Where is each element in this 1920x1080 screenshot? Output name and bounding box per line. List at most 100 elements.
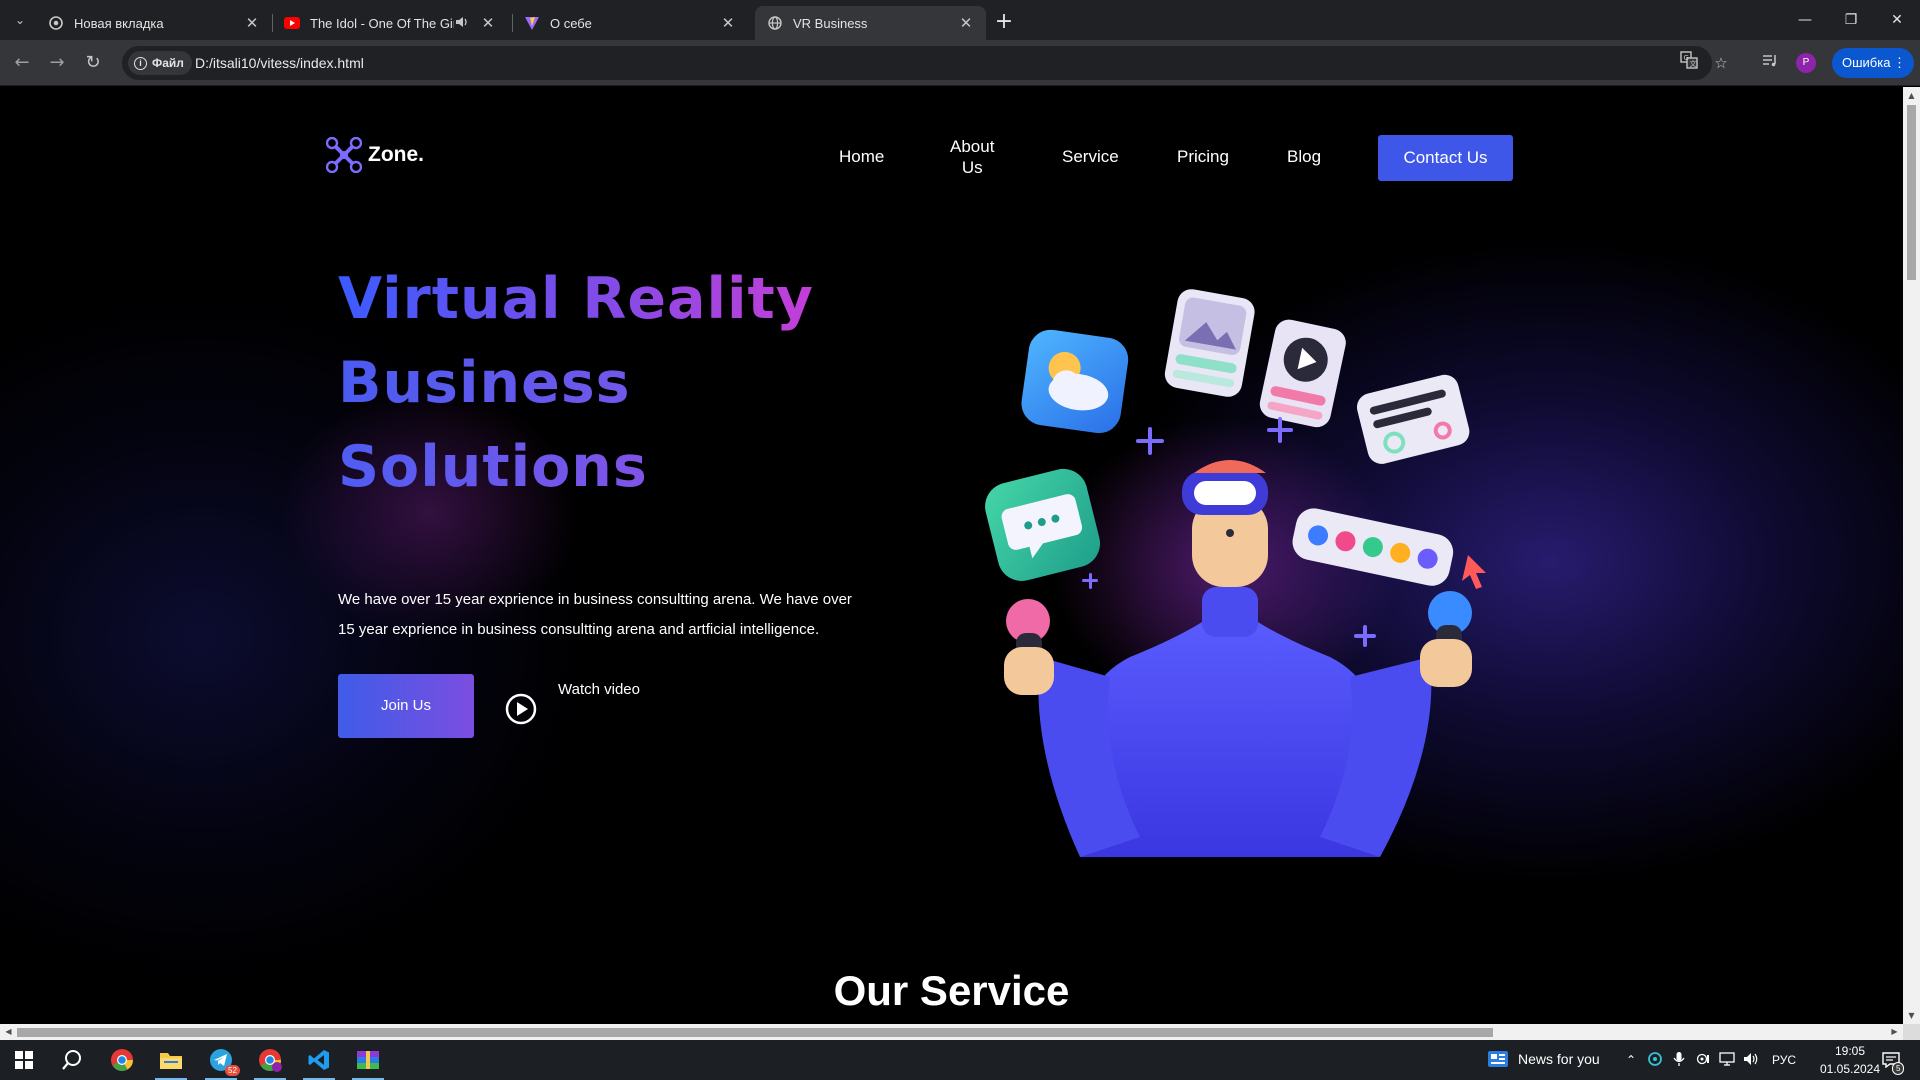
nav-home[interactable]: Home xyxy=(839,147,884,167)
profile-avatar[interactable]: P xyxy=(1796,53,1816,73)
horizontal-scrollbar[interactable]: ◀ ▶ xyxy=(0,1024,1903,1040)
nav-pricing[interactable]: Pricing xyxy=(1177,147,1229,167)
error-label: Ошибка xyxy=(1842,55,1891,70)
forward-icon[interactable]: → xyxy=(44,50,70,76)
search-icon xyxy=(62,1050,81,1070)
new-tab-button[interactable]: + xyxy=(990,8,1018,36)
translate-icon[interactable]: G文 xyxy=(1677,51,1701,75)
tab-vr-business[interactable]: VR Business ✕ xyxy=(755,6,986,40)
watch-video-link[interactable]: Watch video xyxy=(558,681,640,698)
tab-youtube[interactable]: The Idol - One Of The Girls ✕ xyxy=(272,6,508,40)
language-indicator[interactable]: РУС xyxy=(1772,1053,1796,1067)
tab-search-button[interactable]: ⌄ xyxy=(8,9,32,31)
scroll-down-arrow-icon[interactable]: ▼ xyxy=(1903,1007,1920,1024)
camera-icon[interactable] xyxy=(1695,1052,1711,1068)
youtube-icon xyxy=(284,15,300,31)
tab-title: The Idol - One Of The Girls xyxy=(310,15,454,31)
address-bar[interactable]: i Файл D:/itsali10/vitess/index.html xyxy=(122,46,1712,80)
svg-text:G: G xyxy=(1684,54,1689,62)
search-button[interactable] xyxy=(48,1040,96,1080)
site-info-chip[interactable]: i Файл xyxy=(128,51,192,75)
close-tab-icon[interactable]: ✕ xyxy=(478,13,498,33)
taskbar-winrar[interactable] xyxy=(344,1040,392,1080)
drone-logo-icon xyxy=(326,137,362,173)
vertical-scrollbar[interactable]: ▲ ▼ xyxy=(1903,87,1920,1024)
start-button[interactable] xyxy=(0,1040,48,1080)
volume-icon[interactable] xyxy=(1743,1052,1759,1068)
info-icon: i xyxy=(134,56,147,70)
scroll-up-arrow-icon[interactable]: ▲ xyxy=(1903,87,1920,104)
network-icon[interactable] xyxy=(1719,1052,1735,1068)
contact-us-button[interactable]: Contact Us xyxy=(1378,135,1513,181)
vr-person-illustration xyxy=(985,289,1486,857)
hero-desc-line2: 15 year exprience in business consulttin… xyxy=(338,621,820,638)
nav-service[interactable]: Service xyxy=(1062,147,1119,167)
news-widget[interactable]: News for you xyxy=(1488,1051,1600,1067)
tab-new-tab[interactable]: Новая вкладка ✕ xyxy=(36,6,272,40)
telegram-badge: 52 xyxy=(225,1065,240,1076)
chat-bubble-icon xyxy=(985,468,1101,581)
close-tab-icon[interactable]: ✕ xyxy=(718,13,738,33)
horizontal-scroll-thumb[interactable] xyxy=(17,1028,1493,1037)
scroll-right-arrow-icon[interactable]: ▶ xyxy=(1886,1024,1903,1040)
chrome-icon xyxy=(48,15,64,31)
svg-text:文: 文 xyxy=(1690,59,1697,68)
globe-icon xyxy=(767,15,783,31)
browser-toolbar: ← → ↻ i Файл D:/itsali10/vitess/index.ht… xyxy=(0,40,1920,86)
close-window-icon[interactable]: ✕ xyxy=(1873,0,1920,40)
weather-card-icon xyxy=(1021,329,1129,434)
chrome-icon xyxy=(111,1049,133,1071)
microphone-icon[interactable] xyxy=(1671,1052,1687,1068)
tab-title: О себе xyxy=(550,15,592,31)
bookmark-star-icon[interactable]: ☆ xyxy=(1709,51,1733,75)
hero-title-line3: Solutions xyxy=(338,425,814,509)
error-button[interactable]: Ошибка ⋮ xyxy=(1832,48,1914,78)
clock-time[interactable]: 19:05 xyxy=(1820,1044,1880,1058)
hero-description: We have over 15 year exprience in busine… xyxy=(338,585,878,645)
cursor-icon xyxy=(1462,555,1486,589)
minimize-icon[interactable]: — xyxy=(1781,0,1829,40)
restore-icon[interactable]: ❐ xyxy=(1827,0,1875,40)
site-logo[interactable]: Zone. xyxy=(326,137,424,173)
url-text[interactable]: D:/itsali10/vitess/index.html xyxy=(195,46,364,80)
scroll-left-arrow-icon[interactable]: ◀ xyxy=(0,1024,17,1040)
settings-card-icon xyxy=(1356,374,1470,464)
join-us-button[interactable]: Join Us xyxy=(338,674,474,738)
image-card-icon xyxy=(1164,289,1255,397)
video-card-icon xyxy=(1259,319,1346,428)
back-icon[interactable]: ← xyxy=(9,50,35,76)
our-service-heading: Our Service xyxy=(833,967,1070,1014)
nav-about-line2: Us xyxy=(961,158,983,177)
reload-icon[interactable]: ↻ xyxy=(80,50,106,76)
taskbar-vscode[interactable] xyxy=(295,1040,343,1080)
speaker-icon[interactable] xyxy=(454,14,472,32)
nav-blog[interactable]: Blog xyxy=(1287,147,1321,167)
color-palette-icon xyxy=(1292,508,1454,586)
media-queue-icon[interactable] xyxy=(1758,51,1782,75)
tab-about[interactable]: О себе ✕ xyxy=(512,6,748,40)
hero-desc-line1: We have over 15 year exprience in busine… xyxy=(338,591,852,608)
app-tray-icon[interactable] xyxy=(1647,1052,1663,1068)
windows-taskbar: 52 News for you ⌃ РУС 19:05 01.05.2024 5 xyxy=(0,1040,1920,1080)
taskbar-telegram[interactable]: 52 xyxy=(197,1040,245,1080)
notification-icon[interactable]: 5 xyxy=(1880,1052,1905,1075)
play-icon[interactable] xyxy=(505,693,537,725)
nav-about[interactable]: About Us xyxy=(950,136,994,178)
chevron-up-icon[interactable]: ⌃ xyxy=(1623,1052,1639,1068)
taskbar-chrome[interactable] xyxy=(98,1040,146,1080)
archive-icon xyxy=(357,1051,379,1069)
menu-dots-icon[interactable]: ⋮ xyxy=(1893,48,1906,78)
tab-title: Новая вкладка xyxy=(74,15,164,31)
taskbar-chrome-profile[interactable] xyxy=(246,1040,294,1080)
vertical-scroll-thumb[interactable] xyxy=(1907,105,1916,280)
chrome-icon xyxy=(259,1049,282,1072)
notification-badge: 5 xyxy=(1892,1062,1905,1075)
news-icon xyxy=(1488,1051,1508,1067)
close-tab-icon[interactable]: ✕ xyxy=(242,13,262,33)
close-tab-icon[interactable]: ✕ xyxy=(956,13,976,33)
taskbar-file-explorer[interactable] xyxy=(147,1040,195,1080)
hero-title-line1: Virtual Reality xyxy=(338,257,814,341)
folder-icon xyxy=(160,1053,182,1069)
hero-title: Virtual Reality Business Solutions xyxy=(338,257,814,509)
windows-logo-icon xyxy=(15,1051,33,1069)
